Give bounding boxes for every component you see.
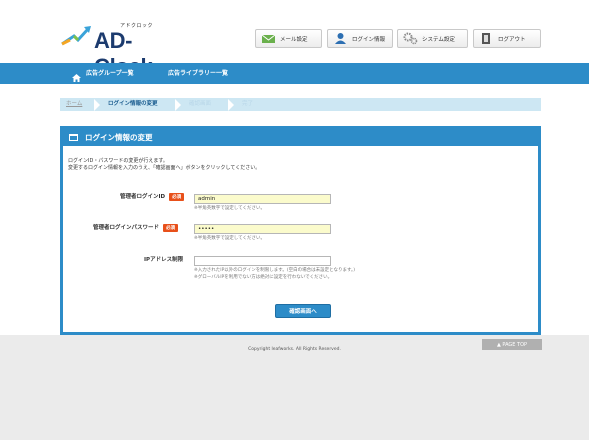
panel-title: ログイン情報の変更 bbox=[85, 133, 153, 142]
nav-item-ad-library[interactable]: 広告ライブラリー一覧 bbox=[168, 63, 228, 84]
system-settings-label: システム設定 bbox=[422, 36, 455, 43]
password-hint: ※半角英数字で設定してください。 bbox=[194, 236, 265, 241]
breadcrumb-current-step: ログイン情報の変更 bbox=[108, 101, 158, 107]
global-nav: 広告グループ一覧 広告ライブラリー一覧 bbox=[0, 63, 589, 84]
ip-restriction-label: IPアドレス制限 bbox=[144, 257, 184, 263]
login-change-panel: ログイン情報の変更 ログインID・パスワードの変更が行えます。 変更するログイン… bbox=[60, 126, 541, 335]
page-top-button[interactable]: ▲ PAGE TOP bbox=[482, 339, 542, 350]
breadcrumb-separator bbox=[228, 98, 234, 111]
intro-line-1: ログインID・パスワードの変更が行えます。 bbox=[68, 158, 168, 164]
gear-icon bbox=[403, 32, 418, 45]
breadcrumb-confirm-step: 確認画面 bbox=[189, 101, 212, 107]
mail-settings-label: メール設定 bbox=[280, 36, 308, 43]
confirm-screen-button[interactable]: 確認画面へ bbox=[275, 304, 331, 318]
logout-button[interactable]: ログアウト bbox=[473, 29, 541, 48]
breadcrumb-separator bbox=[175, 98, 181, 111]
login-info-button[interactable]: ログイン情報 bbox=[327, 29, 393, 48]
login-id-label: 管理者ログインID bbox=[120, 194, 166, 200]
breadcrumb-done-step: 完了 bbox=[242, 101, 254, 107]
mail-icon bbox=[261, 32, 276, 45]
system-settings-button[interactable]: システム設定 bbox=[397, 29, 468, 48]
breadcrumb-home-link[interactable]: ホーム bbox=[60, 98, 94, 111]
required-badge: 必須 bbox=[163, 224, 179, 232]
footer: Copyright leafworks. All Rights Reserved… bbox=[0, 335, 589, 440]
required-badge: 必須 bbox=[169, 193, 185, 201]
logout-label: ログアウト bbox=[498, 36, 526, 43]
logout-icon bbox=[479, 32, 494, 45]
panel-header: ログイン情報の変更 bbox=[63, 129, 538, 146]
ip-label-row: IPアドレス制限 bbox=[144, 255, 183, 263]
login-info-label: ログイン情報 bbox=[352, 36, 386, 43]
nav-item-ad-groups-label: 広告グループ一覧 bbox=[86, 70, 134, 77]
header: アドクロック AD-Clock メール設定 ログイン情報 システム設定 ログアウ… bbox=[0, 0, 589, 79]
password-label-row: 管理者ログインパスワード 必須 bbox=[93, 223, 179, 232]
password-field[interactable]: ••••• bbox=[194, 224, 331, 234]
home-icon bbox=[72, 70, 81, 82]
ad-clock-logo[interactable]: アドクロック AD-Clock bbox=[60, 22, 190, 79]
login-id-hint: ※半角英数字で設定してください。 bbox=[194, 206, 265, 211]
logo-mark-icon bbox=[61, 26, 91, 46]
main-content: ホーム ログイン情報の変更 確認画面 完了 ログイン情報の変更 ログインID・パ… bbox=[0, 84, 589, 335]
login-id-field[interactable]: admin bbox=[194, 194, 331, 204]
breadcrumb-separator bbox=[94, 98, 100, 111]
mail-settings-button[interactable]: メール設定 bbox=[255, 29, 322, 48]
ip-restriction-field[interactable] bbox=[194, 256, 331, 266]
login-id-label-row: 管理者ログインID 必須 bbox=[120, 192, 185, 201]
window-icon bbox=[69, 134, 78, 141]
breadcrumb: ホーム ログイン情報の変更 確認画面 完了 bbox=[60, 98, 541, 111]
password-label: 管理者ログインパスワード bbox=[93, 225, 160, 231]
ip-restriction-hint-1: ※入力されたIP以外のログインを制限します。(空白の場合は未設定となります。) bbox=[194, 268, 356, 273]
intro-line-2: 変更するログイン情報を入力のうえ、「確認画面へ」ボタンをクリックしてください。 bbox=[68, 165, 261, 171]
user-icon bbox=[333, 32, 348, 45]
nav-item-ad-groups[interactable]: 広告グループ一覧 bbox=[72, 63, 134, 84]
panel-intro: ログインID・パスワードの変更が行えます。 変更するログイン情報を入力のうえ、「… bbox=[68, 158, 260, 172]
ip-restriction-hint-2: ※グローバルIPを利用でない方は絶対に設定を行わないでください。 bbox=[194, 275, 333, 280]
